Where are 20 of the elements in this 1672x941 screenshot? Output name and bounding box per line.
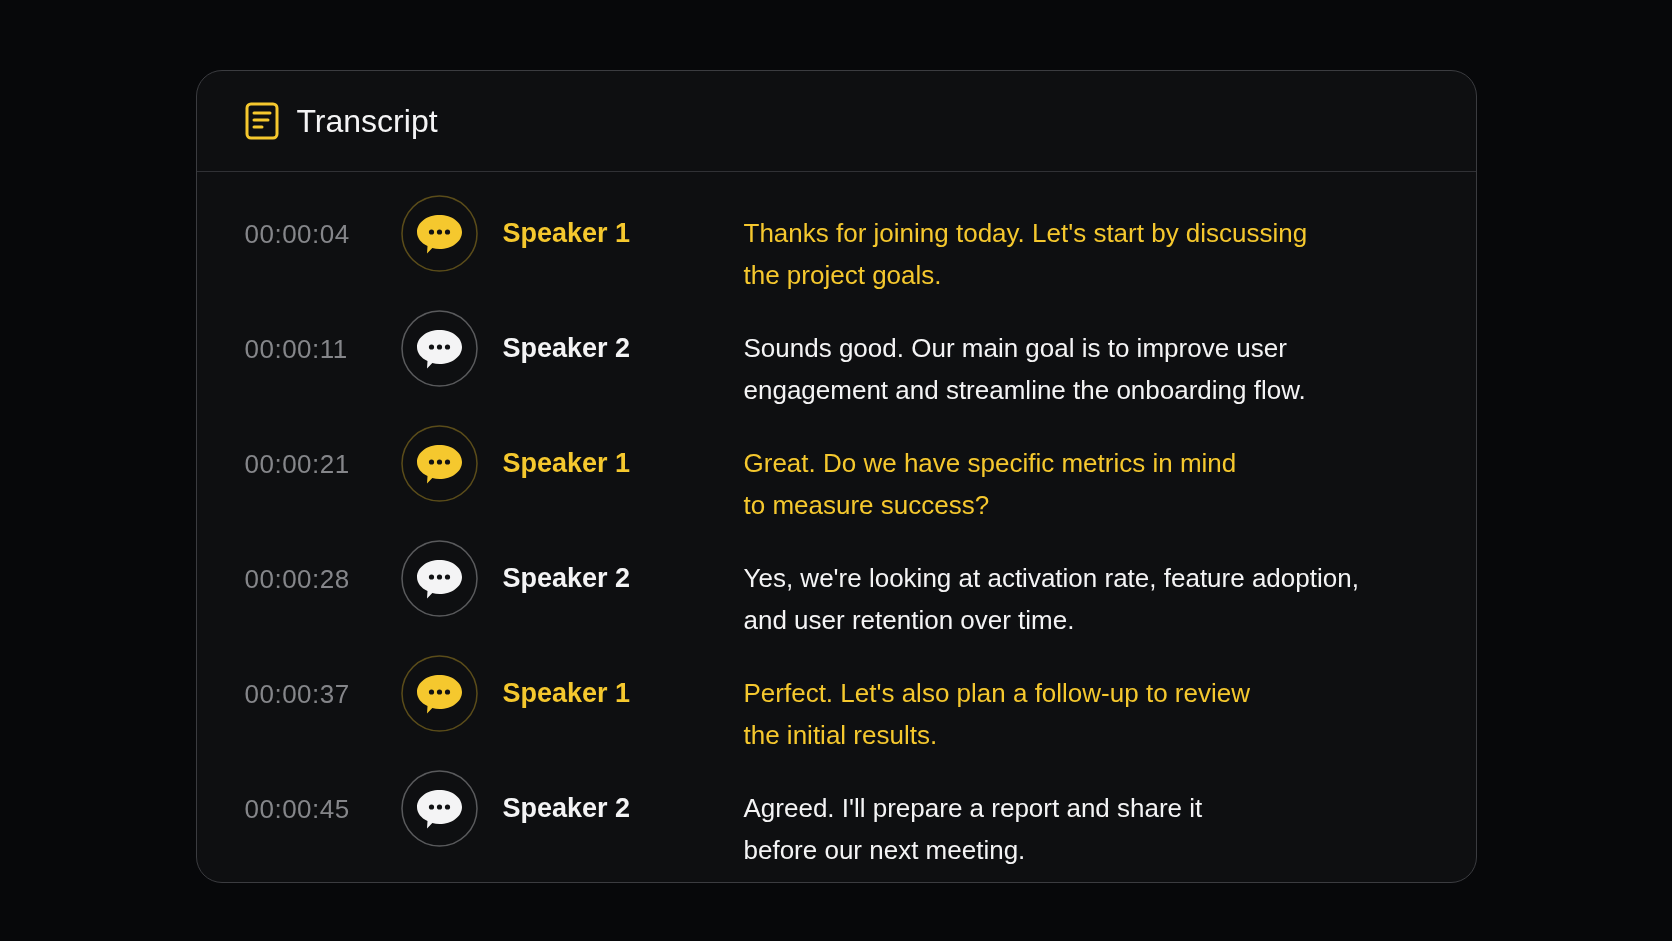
timestamp: 00:00:45 bbox=[244, 795, 350, 822]
transcript-text: Thanks for joining today. Let's start by discussing the project goals. bbox=[743, 217, 1308, 292]
timestamp: 00:00:11 bbox=[244, 335, 348, 362]
speaker-name: Speaker 2 bbox=[502, 335, 631, 362]
timestamp: 00:00:21 bbox=[244, 450, 350, 477]
panel-title: Transcript bbox=[296, 105, 438, 137]
timestamp: 00:00:28 bbox=[244, 565, 350, 592]
transcript-text: Perfect. Let's also plan a follow-up to review the initial results. bbox=[743, 677, 1250, 752]
document-icon bbox=[244, 102, 279, 140]
transcript-text: Yes, we're looking at activation rate, feature adoption, and user retention over time. bbox=[743, 562, 1359, 637]
transcript-text: Sounds good. Our main goal is to improve user engagement and streamline the onboarding flow. bbox=[743, 332, 1306, 407]
speaker-name: Speaker 1 bbox=[502, 450, 631, 477]
speaker-name: Speaker 1 bbox=[502, 220, 631, 247]
transcript-text: Great. Do we have specific metrics in mind to measure success? bbox=[743, 447, 1237, 522]
speaker-name: Speaker 2 bbox=[502, 565, 631, 592]
speaker-name: Speaker 1 bbox=[502, 680, 631, 707]
transcript-text: Agreed. I'll prepare a report and share it before our next meeting. bbox=[743, 792, 1203, 867]
timestamp: 00:00:04 bbox=[244, 220, 350, 247]
timestamp: 00:00:37 bbox=[244, 680, 350, 707]
speaker-name: Speaker 2 bbox=[502, 795, 631, 822]
